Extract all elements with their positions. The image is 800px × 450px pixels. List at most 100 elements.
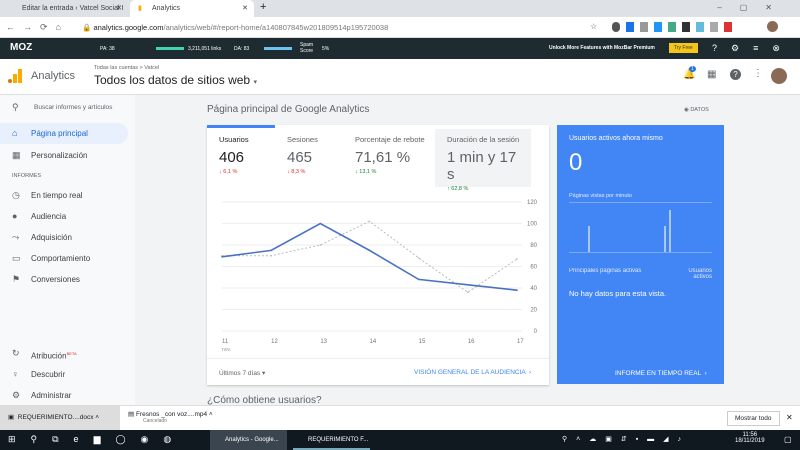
data-point[interactable] bbox=[516, 258, 518, 260]
realtime-card: Usuarios activos ahora mismo 0 Páginas v… bbox=[557, 125, 724, 384]
sidebar-item-audience[interactable]: ● Audiencia bbox=[0, 206, 128, 227]
view-name: Todos los datos de sitios web bbox=[94, 73, 251, 87]
moz-tools[interactable]: ?⚙≡⊗ bbox=[712, 43, 794, 54]
downloads-bar: ▣ REQUERIMIENTO....docx ˄ ▤ Fresnos _con… bbox=[0, 405, 800, 430]
show-all-button[interactable]: Mostrar todo bbox=[727, 411, 780, 426]
sidebar-item-acquisition[interactable]: ⤳ Adquisición bbox=[0, 227, 128, 248]
caret-down-icon: ▾ bbox=[253, 79, 257, 86]
label: Conversiones bbox=[31, 275, 80, 284]
nav-buttons[interactable]: ←→⟳⌂ bbox=[6, 22, 69, 33]
tray-icons[interactable]: ⚲˄☁▣⇵▪▬◢♪ bbox=[562, 435, 690, 443]
download-item[interactable]: ▣ REQUERIMIENTO....docx ˄ bbox=[0, 406, 120, 430]
data-point[interactable] bbox=[417, 257, 420, 259]
close-icon[interactable]: ✕ bbox=[116, 0, 122, 17]
help-icon[interactable]: ? bbox=[730, 69, 741, 80]
data-point[interactable] bbox=[221, 256, 223, 258]
y-tick-label: 60 bbox=[530, 265, 537, 271]
page-authority: PA: 38 bbox=[100, 46, 115, 52]
sidebar-item-admin[interactable]: ⚙ Administrar bbox=[0, 385, 128, 406]
metric-3[interactable]: Duración de la sesión 1 min y 17 s ↑ 62,8 … bbox=[435, 135, 520, 192]
spam-score: 5% bbox=[322, 46, 330, 52]
divider bbox=[569, 202, 712, 203]
sidebar-item-conversions[interactable]: ⚑ Conversiones bbox=[0, 269, 128, 290]
y-tick-label: 80 bbox=[530, 243, 537, 249]
label: Comportamiento bbox=[31, 254, 91, 263]
range-label: Últimos 7 días bbox=[219, 370, 261, 377]
data-point[interactable] bbox=[319, 222, 322, 225]
search-input[interactable]: Buscar informes y artículos bbox=[34, 104, 112, 111]
promo-text: Unlock More Features with MozBar Premium bbox=[549, 45, 655, 51]
close-icon[interactable]: ✕ bbox=[786, 413, 793, 422]
try-free-button[interactable]: Try Free bbox=[669, 43, 698, 53]
pageview-bar bbox=[664, 225, 667, 252]
analytics-icon: ▮ bbox=[138, 5, 142, 12]
star-icon[interactable]: ☆ bbox=[590, 22, 597, 31]
profile-avatar[interactable] bbox=[767, 21, 778, 32]
sidebar-item-realtime[interactable]: ◷ En tiempo real bbox=[0, 185, 128, 206]
datos-button[interactable]: ◉ DATOS bbox=[684, 107, 709, 113]
close-icon[interactable]: ✕ bbox=[242, 0, 248, 17]
sidebar-item-attribution[interactable]: ↻ AtribuciónBETA bbox=[0, 343, 128, 364]
extension-icons[interactable] bbox=[612, 22, 762, 32]
data-point[interactable] bbox=[270, 249, 272, 252]
metric-2[interactable]: Porcentaje de rebote 71,61 % ↓ 13,1 % bbox=[343, 135, 428, 187]
link-label: VISIÓN GENERAL DE LA AUDIENCIA bbox=[414, 369, 526, 376]
notification-center-icon[interactable]: ▢ bbox=[784, 435, 792, 444]
metric-delta: ↓ 13,1 % bbox=[355, 169, 377, 175]
series-line-dotted bbox=[222, 220, 518, 293]
clock-icon: ◷ bbox=[12, 190, 20, 200]
metric-label: Duración de la sesión bbox=[447, 135, 520, 144]
date: 18/11/2019 bbox=[735, 438, 765, 444]
new-tab-button[interactable]: + bbox=[260, 1, 266, 13]
behavior-icon: ▭ bbox=[12, 253, 21, 263]
x-tick-label: 15 bbox=[419, 339, 426, 345]
data-point[interactable] bbox=[319, 244, 322, 246]
apps-icon[interactable]: ▦ bbox=[707, 69, 716, 80]
browser-tab[interactable]: Editar la entrada ‹ Vatcel Social I ✕ bbox=[0, 0, 128, 17]
sidebar-item-home[interactable]: ⌂ Página principal bbox=[0, 123, 128, 144]
sidebar-item-discover[interactable]: ♀ Descubrir bbox=[0, 364, 128, 385]
spam-label: Spam Score bbox=[300, 42, 314, 54]
metric-value: 71,61 % bbox=[355, 149, 411, 166]
clock[interactable]: 11:56 18/11/2019 bbox=[735, 432, 765, 444]
data-point[interactable] bbox=[516, 289, 518, 291]
more-icon[interactable]: ⋮ bbox=[753, 68, 763, 79]
links-count: 3,211,051 links bbox=[188, 46, 222, 52]
notifications-icon[interactable]: 🔔 1 bbox=[683, 66, 696, 80]
line-chart: 0 20 40 60 80 100 120 11 12 13 14 15 16 17 nov. bbox=[221, 200, 538, 353]
taskbar: ⊞⚲⧉e▆◯◉◍ Analytics - Google... REQUERIMI… bbox=[0, 430, 800, 450]
taskbar-app-word[interactable]: REQUERIMIENTO F... bbox=[293, 430, 370, 450]
active-users-label: Usuarios activos bbox=[688, 268, 712, 280]
data-point[interactable] bbox=[467, 283, 469, 286]
browser-tab-active[interactable]: ▮ Analytics ✕ bbox=[130, 0, 254, 17]
taskbar-icons[interactable]: ⊞⚲⧉e▆◯◉◍ bbox=[8, 434, 186, 445]
taskbar-app-chrome[interactable]: Analytics - Google... bbox=[210, 430, 287, 450]
moz-logo: MOZ bbox=[10, 42, 33, 53]
audience-overview-link[interactable]: VISIÓN GENERAL DE LA AUDIENCIA › bbox=[414, 369, 531, 376]
sidebar-item-customization[interactable]: ▦ Personalización bbox=[0, 145, 128, 166]
data-point[interactable] bbox=[417, 278, 420, 281]
date-range-dropdown[interactable]: Últimos 7 días ▾ bbox=[219, 369, 265, 377]
y-tick-label: 40 bbox=[530, 286, 537, 292]
y-tick-label: 0 bbox=[534, 329, 538, 335]
active-metric-indicator bbox=[207, 125, 275, 128]
attribution-icon: ↻ bbox=[12, 348, 20, 358]
data-point[interactable] bbox=[368, 249, 371, 252]
view-selector[interactable]: Todos los datos de sitios web ▾ bbox=[94, 73, 257, 87]
data-point[interactable] bbox=[467, 291, 469, 294]
url-field[interactable]: 🔒 analytics.google.com/analytics/web/#/r… bbox=[82, 23, 388, 32]
realtime-report-link[interactable]: INFORME EN TIEMPO REAL › bbox=[615, 370, 707, 377]
download-item[interactable]: ▤ Fresnos _con voz....mp4 ˄ Cancelado bbox=[128, 410, 213, 424]
breadcrumb[interactable]: Todas las cuentas > Vatcel bbox=[94, 65, 159, 71]
file-name: Fresnos _con voz....mp4 bbox=[135, 411, 208, 418]
ga-header: Analytics Todas las cuentas > Vatcel Tod… bbox=[0, 59, 800, 95]
mozbar: MOZ PA: 38 3,211,051 links DA: 83 Spam S… bbox=[0, 38, 800, 59]
window-controls[interactable]: –▢✕ bbox=[717, 3, 790, 12]
data-point[interactable] bbox=[270, 254, 272, 257]
data-point[interactable] bbox=[368, 220, 371, 223]
account-avatar[interactable] bbox=[771, 68, 787, 84]
label: En tiempo real bbox=[31, 191, 83, 200]
sidebar-item-behavior[interactable]: ▭ Comportamiento bbox=[0, 248, 128, 269]
pageview-bar bbox=[669, 210, 671, 252]
x-sub-label: nov. bbox=[222, 347, 231, 353]
